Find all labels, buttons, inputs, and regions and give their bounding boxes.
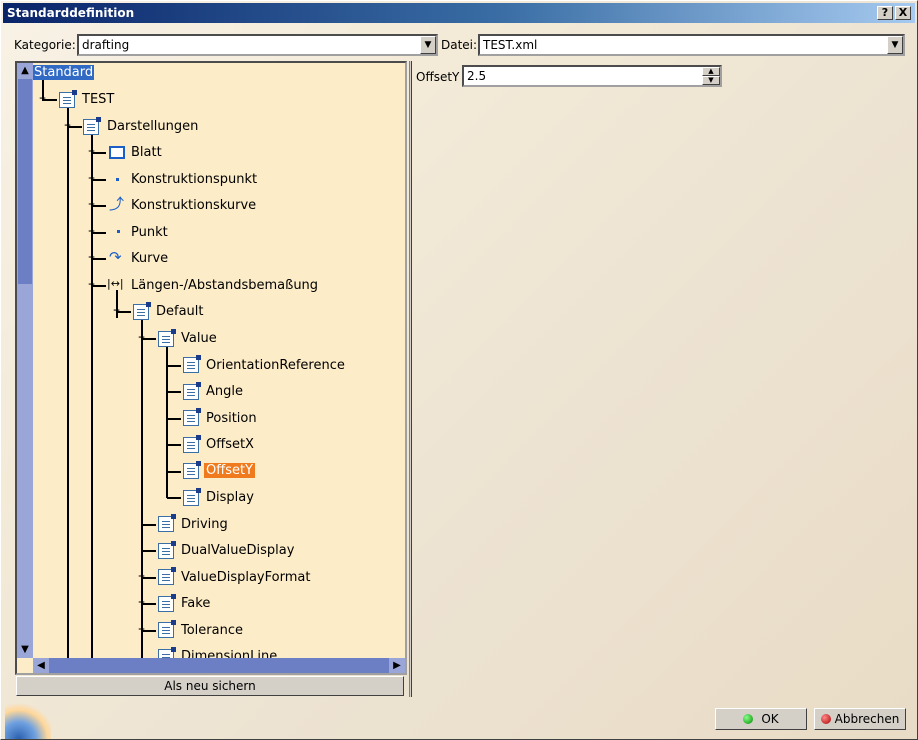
- kategorie-select[interactable]: drafting ▼: [77, 34, 438, 56]
- document-icon: [158, 514, 176, 532]
- panel-splitter[interactable]: [409, 61, 412, 697]
- collapse-icon[interactable]: −: [137, 334, 146, 343]
- tree-item-value[interactable]: Value: [181, 331, 217, 346]
- app-logo-icon: [5, 703, 51, 739]
- tree-item-konstruktionskurve[interactable]: Konstruktionskurve: [131, 198, 256, 213]
- offsety-spinbox[interactable]: 2.5 ▲ ▼: [462, 65, 722, 87]
- expand-icon[interactable]: +: [87, 201, 96, 210]
- tree-item-dimensionline[interactable]: DimensionLine: [181, 649, 277, 658]
- point-icon: [117, 230, 120, 233]
- spin-down-icon[interactable]: ▼: [702, 76, 720, 85]
- document-icon: [158, 567, 176, 585]
- expand-icon[interactable]: +: [87, 228, 96, 237]
- tree-item-default[interactable]: Default: [156, 304, 204, 319]
- kategorie-value: drafting: [82, 38, 130, 52]
- kategorie-label: Kategorie:: [14, 38, 76, 52]
- tree-item-dualvaluedisplay[interactable]: DualValueDisplay: [181, 543, 294, 558]
- expand-icon[interactable]: +: [87, 254, 96, 263]
- datei-value: TEST.xml: [483, 38, 538, 52]
- document-icon: [158, 620, 176, 638]
- collapse-icon[interactable]: −: [38, 95, 47, 104]
- title-bar: Standarddefinition ? X: [3, 3, 915, 23]
- collapse-icon[interactable]: −: [63, 122, 72, 131]
- tree-item-position[interactable]: Position: [206, 411, 257, 426]
- tree-item-fake[interactable]: Fake: [181, 596, 210, 611]
- tree-item-driving[interactable]: Driving: [181, 517, 228, 532]
- offsety-value: 2.5: [467, 69, 487, 83]
- document-icon: [183, 488, 201, 506]
- tree-item-konstruktionspunkt[interactable]: Konstruktionspunkt: [131, 172, 257, 187]
- scroll-left-icon[interactable]: ◀: [33, 658, 49, 673]
- tree-item-offsetx[interactable]: OffsetX: [206, 437, 254, 452]
- tree-item-orientationreference[interactable]: OrientationReference: [206, 358, 345, 373]
- document-icon: [158, 541, 176, 559]
- document-icon: [183, 355, 201, 373]
- expand-icon[interactable]: +: [137, 626, 146, 635]
- collapse-icon[interactable]: −: [112, 307, 121, 316]
- tree-view: − − + + + + + − − − + + + Standard TEST …: [17, 63, 405, 658]
- tree-item-angle[interactable]: Angle: [206, 384, 243, 399]
- document-icon: [183, 382, 201, 400]
- tree-item-blatt[interactable]: Blatt: [131, 145, 162, 160]
- property-label: OffsetY: [416, 70, 460, 84]
- construction-point-icon: [116, 178, 119, 181]
- cancel-button[interactable]: Abbrechen: [814, 708, 906, 730]
- tree-item-tolerance[interactable]: Tolerance: [181, 623, 243, 638]
- tree-item-punkt[interactable]: Punkt: [131, 225, 168, 240]
- curve-icon: ↷: [109, 248, 122, 266]
- expand-icon[interactable]: +: [137, 573, 146, 582]
- document-icon: [183, 461, 201, 479]
- expand-icon[interactable]: +: [87, 175, 96, 184]
- sheet-icon: [109, 146, 125, 159]
- construction-curve-icon: ⤴: [109, 195, 125, 213]
- document-icon: [133, 302, 151, 320]
- tree-item-laengen-abstandsbemassung[interactable]: Längen-/Abstandsbemaßung: [131, 278, 318, 293]
- chevron-down-icon[interactable]: ▼: [420, 36, 436, 54]
- red-light-icon: [820, 714, 831, 724]
- expand-icon[interactable]: +: [137, 599, 146, 608]
- ok-button[interactable]: OK: [715, 708, 807, 730]
- tree-item-standard[interactable]: Standard: [33, 65, 95, 80]
- document-icon: [59, 90, 77, 108]
- tree-horizontal-scrollbar[interactable]: ◀ ▶: [33, 658, 405, 673]
- document-icon: [183, 435, 201, 453]
- tree-item-offsety[interactable]: OffsetY: [204, 463, 255, 478]
- save-as-new-button[interactable]: Als neu sichern: [16, 676, 404, 696]
- datei-label: Datei:: [441, 38, 478, 52]
- tree-panel: ▲ ▼ − − + + + + + − − − + + + Standard T…: [15, 61, 407, 675]
- close-button[interactable]: X: [895, 6, 911, 20]
- chevron-down-icon[interactable]: ▼: [887, 36, 903, 54]
- expand-icon[interactable]: +: [87, 148, 96, 157]
- green-light-icon: [743, 714, 754, 724]
- document-icon: [158, 329, 176, 347]
- help-button[interactable]: ?: [877, 6, 893, 20]
- tree-item-display[interactable]: Display: [206, 490, 254, 505]
- collapse-icon[interactable]: −: [87, 281, 96, 290]
- dialog-window: Standarddefinition ? X Kategorie: drafti…: [0, 0, 918, 740]
- dimension-icon: |↔|: [107, 277, 124, 290]
- tree-item-darstellungen[interactable]: Darstellungen: [107, 119, 198, 134]
- document-icon: [183, 408, 201, 426]
- tree-item-valuedisplayformat[interactable]: ValueDisplayFormat: [181, 570, 310, 585]
- tree-item-kurve[interactable]: Kurve: [131, 251, 168, 266]
- spin-up-icon[interactable]: ▲: [702, 67, 720, 76]
- scroll-right-icon[interactable]: ▶: [389, 658, 405, 673]
- window-title: Standarddefinition: [7, 6, 135, 20]
- tree-item-test[interactable]: TEST: [82, 92, 114, 107]
- datei-select[interactable]: TEST.xml ▼: [478, 34, 905, 56]
- document-icon: [83, 117, 101, 135]
- document-icon: [158, 647, 176, 658]
- document-icon: [158, 594, 176, 612]
